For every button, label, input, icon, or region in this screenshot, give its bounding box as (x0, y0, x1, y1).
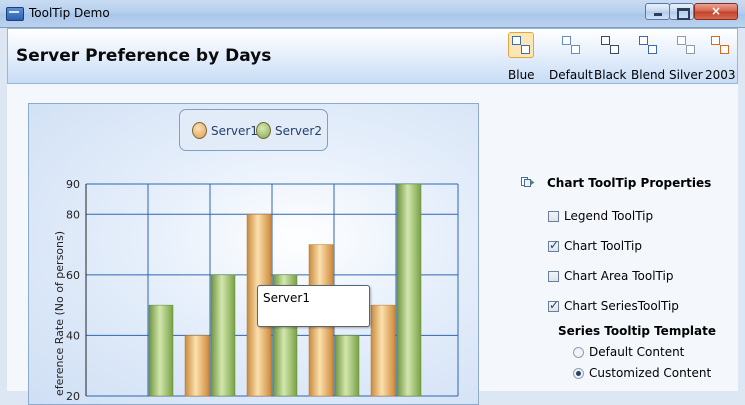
theme-label: Blue (508, 68, 535, 82)
theme-label: Black (594, 68, 627, 82)
theme-default-button[interactable]: Default (549, 33, 593, 82)
title-bar: ToolTip Demo × (0, 0, 745, 28)
default-content-radio[interactable]: Default Content (573, 345, 684, 359)
theme-label: 2003 (705, 68, 736, 82)
theme-2003-icon (708, 33, 732, 57)
theme-label: Default (549, 68, 593, 82)
theme-label: Silver (669, 68, 703, 82)
main-content: 20 40 60 80 90 eference Rate (No of persons) … (7, 84, 738, 405)
header-ribbon: Server Preference by Days Blue Default B… (7, 28, 738, 84)
app-icon (6, 7, 24, 21)
tooltip-text: Server1 (263, 291, 310, 305)
close-button[interactable]: × (694, 3, 738, 20)
y-tick-label: 80 (66, 208, 80, 221)
theme-2003-button[interactable]: 2003 (705, 33, 736, 82)
maximize-icon (677, 8, 690, 20)
bar-server1 (370, 304, 396, 397)
checkbox-label: Legend ToolTip (564, 209, 654, 223)
chart-panel[interactable]: 20 40 60 80 90 eference Rate (No of persons) … (28, 103, 479, 405)
theme-silver-icon (674, 33, 698, 57)
theme-blue-icon (508, 32, 535, 58)
checkbox-box[interactable] (548, 210, 559, 222)
maximize-button[interactable] (669, 3, 694, 20)
legend-tooltip-checkbox[interactable]: Legend ToolTip (548, 209, 653, 223)
radio-circle[interactable] (573, 367, 584, 379)
properties-icon (521, 177, 535, 187)
legend-label: Server2 (275, 123, 322, 138)
properties-title: Chart ToolTip Properties (547, 176, 712, 190)
customized-content-radio[interactable]: Customized Content (573, 366, 711, 380)
checkbox-label: Chart SeriesToolTip (564, 299, 679, 313)
theme-blend-icon (636, 33, 660, 57)
bar-server1 (184, 335, 210, 397)
server1-swatch (192, 122, 207, 139)
theme-blue-button[interactable]: Blue (508, 32, 535, 82)
y-axis-label: eference Rate (No of persons) (53, 231, 66, 396)
checkbox-box[interactable] (548, 270, 559, 282)
radio-circle[interactable] (573, 346, 584, 358)
legend-label: Server1 (211, 123, 258, 138)
radio-label: Customized Content (589, 366, 712, 380)
theme-black-button[interactable]: Black (594, 33, 626, 82)
y-tick-label: 60 (66, 269, 80, 282)
checkbox-label: Chart ToolTip (564, 239, 643, 253)
bar-server2 (396, 183, 422, 397)
chart-series-tooltip-checkbox[interactable]: Chart SeriesToolTip (548, 298, 679, 313)
server2-swatch (256, 122, 271, 139)
close-icon: × (711, 4, 722, 18)
bar-server2 (148, 304, 174, 397)
series-tooltip: Server1 (257, 285, 370, 327)
y-tick-label: 40 (66, 329, 80, 342)
chart-legend[interactable]: Server1 Server2 (179, 109, 328, 151)
chart-tooltip-checkbox[interactable]: Chart ToolTip (548, 238, 643, 253)
y-tick-label: 90 (66, 178, 80, 191)
theme-blend-button[interactable]: Blend (631, 33, 665, 82)
radio-label: Default Content (589, 345, 685, 359)
legend-item-server1[interactable]: Server1 (192, 122, 258, 139)
chart-area-tooltip-checkbox[interactable]: Chart Area ToolTip (548, 269, 673, 283)
bar-server2 (210, 274, 236, 397)
minimize-icon (654, 13, 662, 16)
window-title: ToolTip Demo (29, 6, 110, 20)
y-tick-label: 20 (66, 390, 80, 403)
theme-label: Blend (631, 68, 666, 82)
checkbox-box[interactable] (548, 298, 559, 312)
theme-silver-button[interactable]: Silver (669, 33, 703, 82)
checkbox-label: Chart Area ToolTip (564, 269, 674, 283)
theme-black-icon (598, 33, 622, 57)
bar-server2 (334, 335, 360, 397)
theme-default-icon (559, 33, 583, 57)
series-template-title: Series Tooltip Template (558, 324, 716, 338)
checkbox-box[interactable] (548, 238, 559, 252)
legend-item-server2[interactable]: Server2 (256, 122, 322, 139)
page-title: Server Preference by Days (16, 46, 272, 66)
minimize-button[interactable] (645, 3, 670, 20)
